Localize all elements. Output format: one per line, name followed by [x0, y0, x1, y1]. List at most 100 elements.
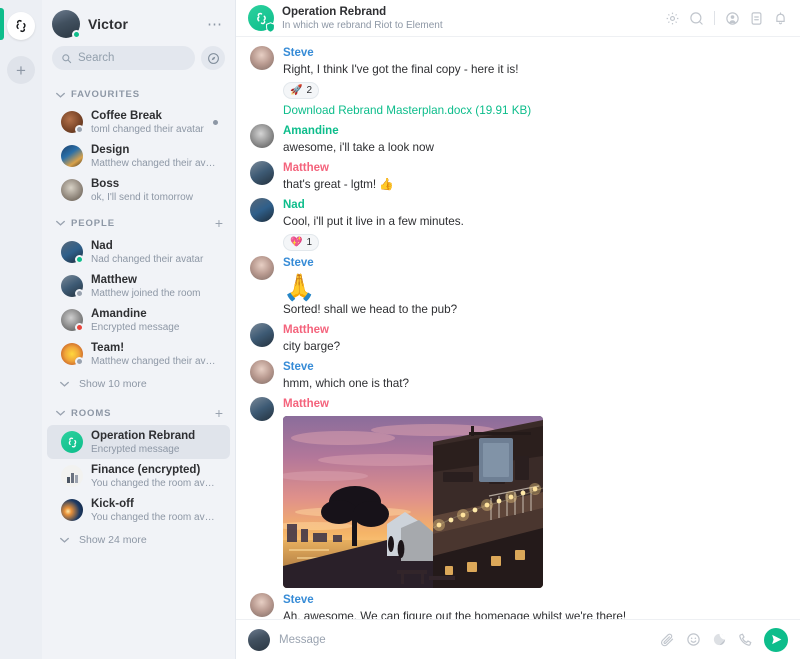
home-space-button[interactable]	[7, 12, 35, 40]
message-input[interactable]: Message	[279, 634, 651, 646]
message-sender[interactable]: Steve	[283, 360, 786, 375]
presence-indicator	[75, 357, 84, 366]
presence-indicator	[75, 255, 84, 264]
notifications-bell-icon[interactable]	[773, 11, 788, 26]
room-topic: In which we rebrand Riot to Element	[282, 19, 443, 31]
chevron-down-icon[interactable]	[56, 410, 65, 416]
user-display-name: Victor	[88, 16, 129, 32]
reaction-pill[interactable]: 💖 1	[283, 234, 320, 251]
settings-gear-icon[interactable]	[665, 11, 680, 26]
reaction-count: 2	[306, 85, 313, 96]
room-list-item-design[interactable]: Design Matthew changed their avatar	[47, 139, 230, 173]
explore-rooms-button[interactable]	[201, 46, 225, 70]
create-space-button[interactable]: +	[7, 56, 35, 84]
room-preview: You changed the room avatar	[91, 477, 220, 489]
room-list[interactable]: FAVOURITES Coffee Break toml changed the…	[42, 80, 235, 659]
avatar[interactable]	[250, 198, 274, 222]
sunset-riverside-pub-photo[interactable]	[283, 416, 543, 588]
chevron-down-icon	[60, 381, 69, 387]
avatar	[248, 628, 270, 651]
section-title: FAVOURITES	[71, 89, 140, 100]
user-menu[interactable]: Victor ⋯	[42, 0, 235, 46]
reaction-count: 1	[306, 237, 313, 248]
section-header-rooms[interactable]: ROOMS +	[42, 397, 235, 425]
unread-indicator	[213, 119, 218, 125]
active-space-indicator	[0, 8, 4, 40]
avatar[interactable]	[250, 161, 274, 185]
room-name: Team!	[91, 341, 125, 354]
search-input[interactable]: Search	[52, 46, 195, 70]
attachment-paperclip-icon[interactable]	[660, 632, 675, 647]
avatar[interactable]	[250, 323, 274, 347]
more-options-icon[interactable]: ⋯	[207, 15, 225, 33]
room-preview: You changed the room avatar	[91, 511, 220, 523]
file-download-link[interactable]: Download Rebrand Masterplan.docx (19.91 …	[283, 103, 786, 119]
room-name: Finance (encrypted)	[91, 463, 201, 476]
message-sender[interactable]: Matthew	[283, 323, 786, 338]
praying-hands-emoji: 🙏	[283, 272, 316, 302]
message-sender[interactable]: Steve	[283, 593, 786, 608]
element-logo-icon	[13, 18, 29, 34]
show-more-people-button[interactable]: Show 10 more	[42, 371, 235, 397]
sticker-icon[interactable]	[712, 632, 727, 647]
message-sender[interactable]: Nad	[283, 198, 786, 213]
message-text: city barge?	[283, 340, 341, 353]
room-members-icon[interactable]	[725, 11, 740, 26]
show-more-label: Show 24 more	[79, 534, 147, 546]
message-composer: Message	[236, 619, 800, 659]
room-name: Matthew	[91, 273, 137, 286]
message-sender[interactable]: Amandine	[283, 124, 786, 139]
avatar	[61, 241, 84, 264]
avatar[interactable]	[52, 10, 81, 39]
room-preview: Encrypted message	[91, 443, 180, 455]
add-room-icon[interactable]: +	[215, 406, 223, 420]
message-sender[interactable]: Matthew	[283, 397, 786, 412]
room-list-item-nad[interactable]: Nad Nad changed their avatar	[47, 235, 230, 269]
message-event: Amandine awesome, i'll take a look now	[250, 121, 786, 158]
chevron-down-icon[interactable]	[56, 92, 65, 98]
voice-call-icon[interactable]	[738, 632, 753, 647]
add-person-icon[interactable]: +	[215, 216, 223, 230]
section-header-favourites[interactable]: FAVOURITES	[42, 80, 235, 105]
search-placeholder: Search	[78, 52, 115, 64]
avatar[interactable]	[250, 593, 274, 617]
room-name: Kick-off	[91, 497, 134, 510]
avatar[interactable]	[250, 360, 274, 384]
room-name: Operation Rebrand	[91, 429, 196, 442]
message-sender[interactable]: Steve	[283, 46, 786, 61]
avatar	[61, 145, 83, 167]
chevron-down-icon[interactable]	[56, 220, 65, 226]
room-list-item-boss[interactable]: Boss ok, I'll send it tomorrow	[47, 173, 230, 207]
space-rail: +	[0, 0, 42, 659]
avatar[interactable]	[250, 46, 274, 70]
room-list-item-amandine[interactable]: Amandine Encrypted message	[47, 303, 230, 337]
room-preview: Matthew changed their avatar	[91, 157, 220, 169]
composer-actions	[660, 627, 788, 652]
section-header-people[interactable]: PEOPLE +	[42, 207, 235, 235]
room-list-item-team[interactable]: Team! Matthew changed their avatar	[47, 337, 230, 371]
room-list-item-operation-rebrand[interactable]: Operation Rebrand Encrypted message	[47, 425, 230, 459]
send-button[interactable]	[764, 627, 788, 652]
room-info-icon[interactable]	[749, 11, 764, 26]
room-list-item-matthew[interactable]: Matthew Matthew joined the room	[47, 269, 230, 303]
reaction-pill[interactable]: 🚀 2	[283, 82, 320, 99]
message-timeline[interactable]: Steve Right, I think I've got the final …	[236, 37, 800, 619]
avatar[interactable]	[250, 124, 274, 148]
room-name: Boss	[91, 177, 120, 190]
avatar[interactable]	[250, 397, 274, 421]
room-list-item-kick-off[interactable]: Kick-off You changed the room avatar	[47, 493, 230, 527]
room-name: Nad	[91, 239, 113, 252]
heart-emoji-icon: 💖	[290, 237, 303, 248]
room-preview: Encrypted message	[91, 321, 180, 333]
presence-indicator	[75, 289, 84, 298]
avatar[interactable]	[250, 256, 274, 280]
message-sender[interactable]: Matthew	[283, 161, 786, 176]
message-sender[interactable]: Steve	[283, 256, 786, 271]
room-avatar[interactable]	[248, 5, 275, 33]
show-more-rooms-button[interactable]: Show 24 more	[42, 527, 235, 553]
room-list-item-finance[interactable]: Finance (encrypted) You changed the room…	[47, 459, 230, 493]
search-icon[interactable]	[689, 11, 704, 26]
room-list-item-coffee-break[interactable]: Coffee Break toml changed their avatar	[47, 105, 230, 139]
emoji-icon[interactable]	[686, 632, 701, 647]
send-icon	[770, 633, 783, 646]
